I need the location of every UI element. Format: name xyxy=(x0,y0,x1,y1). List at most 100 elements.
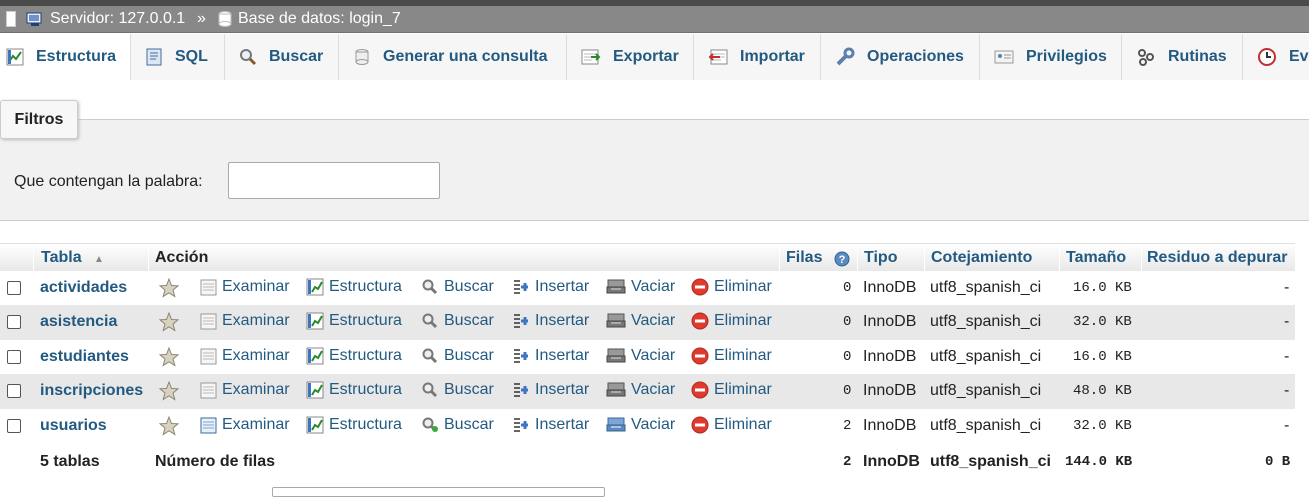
eliminar-link[interactable]: Eliminar xyxy=(691,381,772,399)
insertar-link[interactable]: Insertar xyxy=(512,416,589,434)
action-label: Estructura xyxy=(329,381,402,398)
row-collation: utf8_spanish_ci xyxy=(930,348,1042,365)
examinar-link[interactable]: Examinar xyxy=(200,278,290,296)
collapse-handle[interactable] xyxy=(6,11,16,27)
filter-label: Que contengan la palabra: xyxy=(14,173,203,190)
tab-operaciones[interactable]: Operaciones xyxy=(821,34,980,80)
action-label: Vaciar xyxy=(631,312,676,329)
row-size[interactable]: 32.0 KB xyxy=(1073,418,1132,434)
routines-icon xyxy=(1138,49,1154,66)
row-checkbox[interactable] xyxy=(7,419,21,433)
filters-panel xyxy=(0,119,1309,221)
table-name-link[interactable]: usuarios xyxy=(40,417,107,435)
tab-label: Generar una consulta xyxy=(383,48,548,65)
table-name-link[interactable]: actividades xyxy=(40,279,127,297)
row-checkbox[interactable] xyxy=(7,315,21,329)
empty-icon xyxy=(606,416,626,434)
eliminar-link[interactable]: Eliminar xyxy=(691,416,772,434)
header-filas[interactable]: Filas xyxy=(786,249,822,267)
breadcrumb-database[interactable]: Base de datos: login_7 xyxy=(218,10,401,28)
tab-eventos[interactable]: Ev xyxy=(1243,34,1309,80)
tab-label: Ev xyxy=(1289,48,1309,65)
insertar-link[interactable]: Insertar xyxy=(512,312,589,330)
buscar-link[interactable]: Buscar xyxy=(421,381,494,399)
favorite-star-icon[interactable] xyxy=(158,311,180,337)
row-checkbox[interactable] xyxy=(7,384,21,398)
tab-rutinas[interactable]: Rutinas xyxy=(1122,34,1243,80)
row-checkbox[interactable] xyxy=(7,281,21,295)
breadcrumb: Servidor: 127.0.0.1 » Base de datos: log… xyxy=(0,6,1309,33)
insertar-link[interactable]: Insertar xyxy=(512,278,589,296)
examinar-link[interactable]: Examinar xyxy=(200,312,290,330)
row-type: InnoDB xyxy=(863,279,917,296)
breadcrumb-server[interactable]: Servidor: 127.0.0.1 xyxy=(26,10,185,28)
help-icon[interactable]: ? xyxy=(834,251,850,267)
buscar-link[interactable]: Buscar xyxy=(421,278,494,296)
tab-estructura[interactable]: Estructura xyxy=(0,34,131,80)
table-footer: 5 tablas Número de filas 2 InnoDB utf8_s… xyxy=(0,446,1295,476)
action-label: Eliminar xyxy=(714,312,772,329)
row-size[interactable]: 32.0 KB xyxy=(1073,314,1132,330)
eliminar-link[interactable]: Eliminar xyxy=(691,347,772,365)
row-size[interactable]: 48.0 KB xyxy=(1073,383,1132,399)
structure-icon xyxy=(306,278,324,296)
row-checkbox[interactable] xyxy=(7,350,21,364)
tab-bar: Estructura SQL Buscar Generar una consul… xyxy=(0,34,1309,80)
header-tamano[interactable]: Tamaño xyxy=(1066,249,1126,267)
tab-privilegios[interactable]: Privilegios xyxy=(980,34,1122,80)
tab-generar-consulta[interactable]: Generar una consulta xyxy=(339,34,567,80)
insertar-link[interactable]: Insertar xyxy=(512,347,589,365)
header-residuo[interactable]: Residuo a depurar xyxy=(1147,249,1287,267)
sort-asc-icon: ▲ xyxy=(94,254,104,265)
tab-buscar[interactable]: Buscar xyxy=(225,34,339,80)
header-tabla[interactable]: Tabla xyxy=(41,249,82,267)
bottom-select[interactable] xyxy=(272,487,605,497)
row-size[interactable]: 16.0 KB xyxy=(1073,280,1132,296)
tab-sql[interactable]: SQL xyxy=(131,34,225,80)
vaciar-link[interactable]: Vaciar xyxy=(606,416,675,434)
examinar-link[interactable]: Examinar xyxy=(200,381,290,399)
buscar-link[interactable]: Buscar xyxy=(421,416,494,434)
estructura-link[interactable]: Estructura xyxy=(306,416,402,434)
vaciar-link[interactable]: Vaciar xyxy=(606,278,675,296)
eliminar-link[interactable]: Eliminar xyxy=(691,278,772,296)
filters-toggle-button[interactable]: Filtros xyxy=(0,100,78,139)
favorite-star-icon[interactable] xyxy=(158,415,180,441)
footer-count: 5 tablas xyxy=(40,453,100,470)
buscar-link[interactable]: Buscar xyxy=(421,347,494,365)
table-name-link[interactable]: estudiantes xyxy=(40,348,129,366)
action-label: Eliminar xyxy=(714,278,772,295)
header-tipo[interactable]: Tipo xyxy=(864,249,897,267)
tab-importar[interactable]: Importar xyxy=(694,34,821,80)
table-name-link[interactable]: inscripciones xyxy=(40,382,143,400)
table-row: asistencia Examinar Estructura Buscar Insert… xyxy=(0,305,1295,340)
table-name-link[interactable]: asistencia xyxy=(40,313,117,331)
estructura-link[interactable]: Estructura xyxy=(306,278,402,296)
eliminar-link[interactable]: Eliminar xyxy=(691,312,772,330)
favorite-star-icon[interactable] xyxy=(158,346,180,372)
footer-overhead: 0 B xyxy=(1265,454,1291,470)
row-size[interactable]: 16.0 KB xyxy=(1073,349,1132,365)
estructura-link[interactable]: Estructura xyxy=(306,312,402,330)
structure-icon xyxy=(306,347,324,365)
vaciar-link[interactable]: Vaciar xyxy=(606,347,675,365)
favorite-star-icon[interactable] xyxy=(158,380,180,406)
action-label: Buscar xyxy=(444,416,494,433)
vaciar-link[interactable]: Vaciar xyxy=(606,312,675,330)
favorite-star-icon[interactable] xyxy=(158,277,180,303)
insert-icon xyxy=(512,416,530,434)
tab-exportar[interactable]: Exportar xyxy=(567,34,694,80)
examinar-link[interactable]: Examinar xyxy=(200,416,290,434)
drop-icon xyxy=(691,381,709,399)
estructura-link[interactable]: Estructura xyxy=(306,347,402,365)
tab-label: Operaciones xyxy=(867,48,964,65)
header-cotejamiento[interactable]: Cotejamiento xyxy=(931,249,1032,267)
structure-icon xyxy=(306,416,324,434)
vaciar-link[interactable]: Vaciar xyxy=(606,381,675,399)
examinar-link[interactable]: Examinar xyxy=(200,347,290,365)
buscar-link[interactable]: Buscar xyxy=(421,312,494,330)
action-label: Examinar xyxy=(222,312,290,329)
estructura-link[interactable]: Estructura xyxy=(306,381,402,399)
filter-word-input[interactable] xyxy=(228,162,440,199)
insertar-link[interactable]: Insertar xyxy=(512,381,589,399)
